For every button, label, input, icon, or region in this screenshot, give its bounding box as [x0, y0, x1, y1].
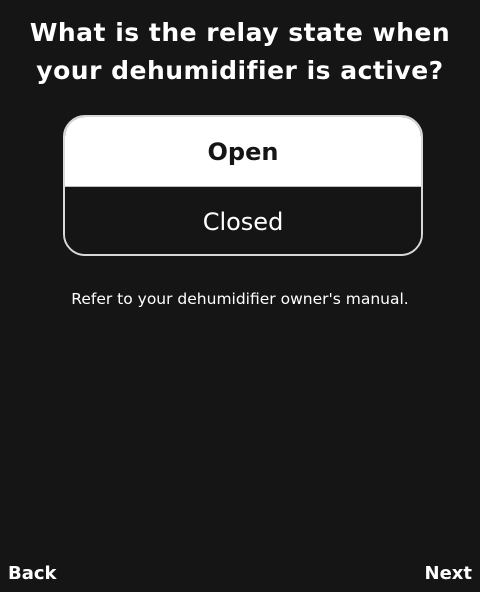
relay-state-options: Open Closed [63, 115, 423, 256]
question-title: What is the relay state when your dehumi… [0, 14, 480, 90]
back-button[interactable]: Back [8, 563, 57, 584]
hint-text: Refer to your dehumidifier owner's manua… [71, 290, 409, 308]
next-button[interactable]: Next [425, 563, 473, 584]
relay-state-screen: What is the relay state when your dehumi… [0, 0, 480, 592]
option-open[interactable]: Open [65, 117, 421, 186]
option-closed[interactable]: Closed [65, 186, 421, 254]
question-line-2: your dehumidifier is active? [36, 56, 444, 85]
question-line-1: What is the relay state when [29, 18, 451, 47]
